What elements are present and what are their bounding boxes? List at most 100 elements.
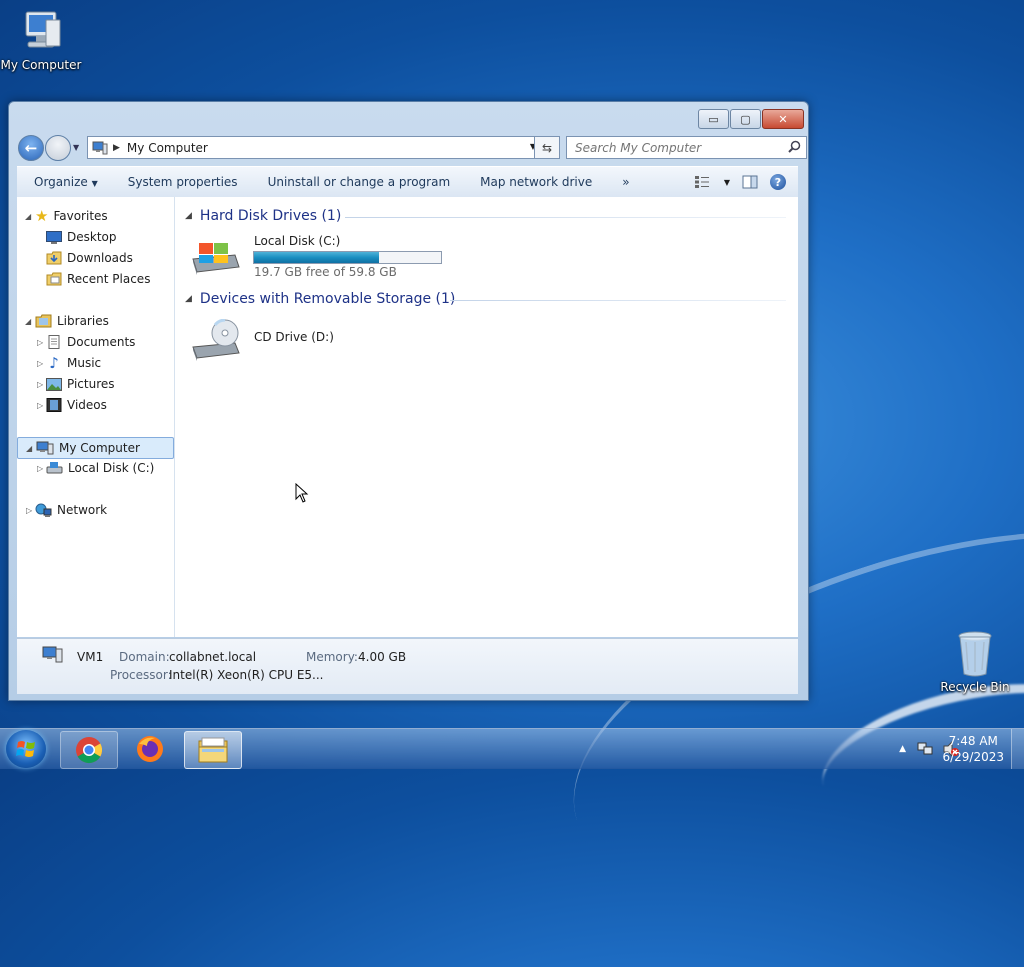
nav-recent-places[interactable]: Recent Places — [46, 269, 150, 289]
nav-pictures[interactable]: ▷ Pictures — [37, 374, 115, 394]
nav-downloads[interactable]: Downloads — [46, 248, 133, 268]
refresh-icon: ⇆ — [541, 140, 553, 155]
nav-my-computer[interactable]: ◢ My Computer — [17, 437, 174, 459]
nav-label: Local Disk (C:) — [68, 461, 155, 475]
computer-icon — [36, 441, 54, 455]
expand-arrow-icon[interactable]: ▷ — [37, 338, 43, 347]
organize-menu[interactable]: Organize ▼ — [34, 175, 98, 189]
nav-label: Desktop — [67, 230, 117, 244]
domain-value: collabnet.local — [169, 650, 257, 664]
nav-videos[interactable]: ▷ Videos — [37, 395, 107, 415]
nav-label: Network — [57, 503, 108, 517]
processor-label: Processor: — [110, 668, 172, 682]
chrome-icon — [76, 737, 103, 764]
drive-free-space: 19.7 GB free of 59.8 GB — [254, 265, 397, 279]
expand-arrow-icon[interactable]: ◢ — [25, 212, 31, 221]
preview-pane-icon[interactable] — [742, 175, 758, 189]
computer-icon — [25, 11, 61, 48]
windows-logo-icon — [16, 741, 35, 757]
clock[interactable]: 7:48 AM 6/29/2023 — [942, 733, 1004, 765]
back-arrow-icon: ← — [24, 139, 38, 157]
more-commands-button[interactable]: » — [622, 175, 629, 189]
view-options-icon — [694, 176, 709, 188]
desktop-icon-label: My Computer — [0, 58, 82, 72]
navigation-pane: ◢ ★ Favorites Desktop Downloads Recent P… — [17, 197, 175, 637]
desktop-icon — [46, 230, 62, 244]
clock-date: 6/29/2023 — [942, 750, 1004, 764]
explorer-window: ▭ ▢ ✕ ← ▼ ▶ My Computer ▼ ⇆ Organize ▼ — [8, 101, 809, 701]
nav-label: Downloads — [67, 251, 133, 265]
nav-desktop[interactable]: Desktop — [46, 227, 117, 247]
nav-local-disk-c[interactable]: ▷ Local Disk (C:) — [37, 458, 155, 478]
nav-label: Documents — [67, 335, 136, 349]
nav-label: Libraries — [57, 314, 109, 328]
back-button[interactable]: ← — [18, 135, 44, 161]
uninstall-program-button[interactable]: Uninstall or change a program — [268, 175, 451, 189]
nav-label: Music — [67, 356, 102, 370]
breadcrumb-separator-icon[interactable]: ▶ — [113, 143, 120, 153]
details-pane: VM1 Domain: collabnet.local Memory: 4.00… — [17, 638, 798, 694]
change-view-button[interactable]: ▼ — [694, 175, 730, 189]
libraries-icon — [35, 314, 52, 328]
collapse-triangle-icon[interactable]: ◢ — [185, 211, 192, 221]
forward-button[interactable] — [45, 135, 71, 161]
expand-arrow-icon[interactable]: ▷ — [37, 464, 43, 473]
maximize-button[interactable]: ▢ — [730, 109, 761, 129]
group-header-removable-storage[interactable]: ◢ Devices with Removable Storage (1) — [185, 291, 455, 307]
nav-music[interactable]: ▷ ♪ Music — [37, 353, 102, 373]
group-title: Hard Disk Drives (1) — [199, 208, 342, 224]
nav-network[interactable]: ▷ Network — [26, 500, 108, 520]
computer-name: VM1 — [77, 650, 104, 664]
collapse-triangle-icon[interactable]: ◢ — [185, 294, 192, 304]
nav-favorites[interactable]: ◢ ★ Favorites — [25, 206, 108, 226]
show-hidden-icons-button[interactable]: ▲ — [899, 744, 906, 754]
map-network-drive-button[interactable]: Map network drive — [480, 175, 592, 189]
nav-label: Recent Places — [67, 272, 151, 286]
search-box[interactable] — [566, 136, 807, 159]
hard-drive-icon — [46, 462, 63, 474]
taskbar-explorer-button[interactable] — [184, 731, 242, 769]
expand-arrow-icon[interactable]: ▷ — [26, 506, 32, 515]
recycle-bin-icon — [958, 631, 992, 677]
desktop-icon-recycle-bin[interactable]: Recycle Bin — [934, 630, 1016, 694]
address-bar[interactable]: ▶ My Computer ▼ — [87, 136, 541, 159]
cd-drive-icon — [192, 319, 240, 361]
start-button[interactable] — [6, 730, 46, 768]
desktop-icon-my-computer[interactable]: My Computer — [0, 8, 82, 72]
memory-value: 4.00 GB — [358, 650, 407, 664]
recent-pages-dropdown-icon[interactable]: ▼ — [73, 143, 79, 152]
network-icon — [35, 503, 52, 517]
nav-label: Favorites — [53, 209, 108, 223]
refresh-button[interactable]: ⇆ — [534, 136, 560, 159]
firefox-icon — [137, 736, 163, 762]
search-input[interactable] — [573, 139, 782, 156]
taskbar-chrome-button[interactable] — [60, 731, 118, 769]
expand-arrow-icon[interactable]: ▷ — [37, 401, 43, 410]
drive-item-cd-drive-d[interactable]: CD Drive (D:) — [189, 315, 389, 367]
music-icon: ♪ — [49, 354, 59, 372]
close-button[interactable]: ✕ — [762, 109, 804, 129]
expand-arrow-icon[interactable]: ◢ — [26, 444, 32, 453]
file-list-pane: ◢ Hard Disk Drives (1) Local Disk (C:) 1… — [175, 197, 798, 637]
show-desktop-button[interactable] — [1011, 729, 1024, 769]
network-tray-icon[interactable] — [916, 741, 934, 757]
processor-value: Intel(R) Xeon(R) CPU E5... — [169, 668, 324, 682]
drive-item-local-disk-c[interactable]: Local Disk (C:) 19.7 GB free of 59.8 GB — [189, 229, 459, 281]
search-icon[interactable] — [788, 140, 801, 153]
system-properties-button[interactable]: System properties — [128, 175, 238, 189]
nav-libraries[interactable]: ◢ Libraries — [25, 311, 109, 331]
nav-label: Pictures — [67, 377, 115, 391]
group-header-hard-disk-drives[interactable]: ◢ Hard Disk Drives (1) — [185, 208, 341, 224]
expand-arrow-icon[interactable]: ◢ — [25, 317, 31, 326]
expand-arrow-icon[interactable]: ▷ — [37, 359, 43, 368]
minimize-button[interactable]: ▭ — [698, 109, 729, 129]
taskbar-firefox-button[interactable] — [122, 731, 178, 767]
explorer-folder-icon — [198, 737, 228, 763]
hard-drive-icon — [192, 243, 240, 275]
drive-usage-fill — [254, 252, 380, 263]
nav-documents[interactable]: ▷ Documents — [37, 332, 136, 352]
breadcrumb-my-computer[interactable]: My Computer — [127, 141, 208, 155]
expand-arrow-icon[interactable]: ▷ — [37, 380, 43, 389]
mouse-cursor-icon — [295, 483, 309, 503]
help-icon[interactable]: ? — [770, 174, 786, 190]
